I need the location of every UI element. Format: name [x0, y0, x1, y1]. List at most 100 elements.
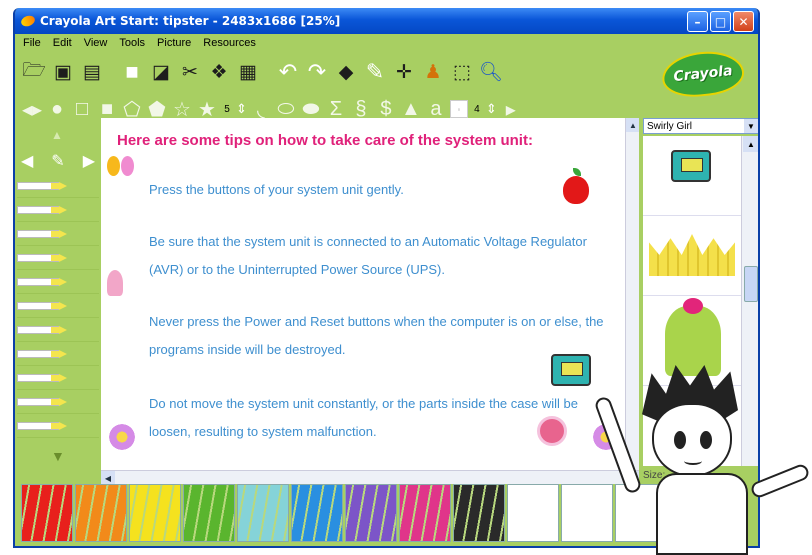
crayon-item[interactable] — [17, 390, 99, 414]
brush-next-icon[interactable]: ▶ — [83, 151, 95, 171]
pencil-icon[interactable]: ✎ — [362, 58, 388, 86]
menu-view[interactable]: View — [84, 37, 108, 49]
crayon-item[interactable] — [17, 366, 99, 390]
tip-line: (AVR) or to the Uninterrupted Power Sour… — [149, 262, 445, 277]
stamp-icon[interactable]: ❖ — [206, 58, 232, 86]
crayon-item[interactable] — [17, 318, 99, 342]
eraser-icon[interactable]: ◆ — [333, 58, 359, 86]
mascot-arm — [749, 462, 811, 500]
crown-sticker-thumb — [649, 234, 735, 276]
crayola-logo: Crayola — [659, 47, 747, 101]
brush-prev-icon[interactable]: ◀ — [21, 151, 33, 171]
chevron-down-icon[interactable]: ▼ — [744, 119, 758, 133]
flip-icon[interactable]: ◪ — [148, 58, 174, 86]
rail-scroll-up-icon[interactable]: ▲ — [51, 128, 63, 142]
color-swatch[interactable] — [291, 484, 343, 542]
brush-pencil-icon[interactable]: ✎ — [51, 151, 64, 171]
open-folder-icon[interactable]: 🗁 — [21, 58, 47, 86]
text-size-spinner[interactable]: ⇕ — [486, 101, 497, 117]
window-controls: – □ ✕ — [687, 11, 754, 32]
new-page-icon[interactable]: ■ — [119, 58, 145, 86]
redo-icon[interactable]: ↷ — [304, 58, 330, 86]
mascot-character — [593, 355, 812, 555]
title-bar[interactable]: Crayola Art Start: tipster - 2483x1686 [… — [15, 8, 758, 34]
canvas-horizontal-scrollbar[interactable]: ◀ ▶ — [101, 470, 639, 485]
fairy-sticker — [107, 270, 123, 296]
menu-edit[interactable]: Edit — [53, 37, 72, 49]
crayon-item[interactable] — [17, 246, 99, 270]
color-swatch[interactable] — [399, 484, 451, 542]
stamper-icon[interactable]: ♟ — [420, 58, 446, 86]
crayon-list — [17, 174, 99, 438]
scroll-thumb[interactable] — [744, 266, 758, 302]
tip-line: programs inside will be destroyed. — [149, 342, 346, 357]
mascot-arm — [593, 395, 643, 495]
close-button[interactable]: ✕ — [733, 11, 754, 32]
shape-size-spinner[interactable]: ⇕ — [236, 101, 247, 117]
color-swatch[interactable] — [453, 484, 505, 542]
mascot-mouth — [684, 457, 702, 465]
mascot-body — [656, 473, 748, 555]
canvas-heading: Here are some tips on how to take care o… — [117, 132, 533, 149]
sticker-category-select[interactable]: Swirly Girl ▼ — [643, 118, 758, 134]
tip-line: Do not move the system unit constantly, … — [149, 396, 578, 411]
tip-line: Never press the Power and Reset buttons … — [149, 314, 604, 329]
logo-text: Crayola — [672, 62, 734, 86]
undo-icon[interactable]: ↶ — [275, 58, 301, 86]
crayon-item[interactable] — [17, 222, 99, 246]
menu-file[interactable]: File — [23, 37, 41, 49]
color-swatch[interactable] — [183, 484, 235, 542]
circle-filled-icon[interactable]: ● — [46, 96, 68, 122]
color-swatch[interactable] — [345, 484, 397, 542]
sticker-category-value: Swirly Girl — [647, 120, 692, 132]
crayon-item[interactable] — [17, 198, 99, 222]
minimize-button[interactable]: – — [687, 11, 708, 32]
text-size-value: 4 — [474, 103, 480, 115]
clock-sticker — [537, 416, 567, 446]
color-swatch[interactable] — [129, 484, 181, 542]
crayon-item[interactable] — [17, 270, 99, 294]
crayon-rail: ▲ ◀ ✎ ▶ ▼ — [15, 126, 101, 464]
crayon-item[interactable] — [17, 294, 99, 318]
crayon-item[interactable] — [17, 342, 99, 366]
apple-sticker — [563, 168, 589, 204]
selection-icon[interactable]: ⬚ — [449, 58, 475, 86]
maximize-button[interactable]: □ — [710, 11, 731, 32]
butterfly-sticker — [107, 156, 135, 180]
menu-bar: File Edit View Tools Picture Resources — [15, 34, 758, 52]
computer-sticker-thumb — [671, 150, 711, 182]
menu-tools[interactable]: Tools — [119, 37, 145, 49]
move-icon[interactable]: ✛ — [391, 58, 417, 86]
drawing-canvas[interactable]: Here are some tips on how to take care o… — [101, 118, 625, 470]
color-swatch[interactable] — [75, 484, 127, 542]
crayon-item[interactable] — [17, 414, 99, 438]
main-toolbar: 🗁 ▣ ▤ ■ ◪ ✂ ❖ ▦ ↶ ↷ ◆ ✎ ✛ ♟ ⬚ 🔍︎ — [21, 54, 504, 90]
scroll-left-icon[interactable]: ◀ — [101, 471, 115, 485]
save-icon[interactable]: ▣ — [50, 58, 76, 86]
image-icon[interactable]: ▦ — [235, 58, 261, 86]
window-title: Crayola Art Start: tipster - 2483x1686 [… — [40, 14, 341, 28]
flower-sticker — [107, 422, 137, 452]
menu-picture[interactable]: Picture — [157, 37, 191, 49]
sticker-item[interactable] — [643, 136, 741, 216]
brush-nav: ◀ ✎ ▶ — [21, 146, 95, 176]
computer-sticker — [551, 354, 591, 386]
rail-scroll-down-icon[interactable]: ▼ — [51, 448, 65, 464]
sticker-item[interactable] — [643, 216, 741, 296]
print-icon[interactable]: ▤ — [79, 58, 105, 86]
tip-line: loosen, resulting to system malfunction. — [149, 424, 377, 439]
scroll-up-icon[interactable]: ▲ — [743, 136, 758, 152]
crayola-app-icon — [19, 13, 37, 29]
crayon-item[interactable] — [17, 174, 99, 198]
color-swatch[interactable] — [507, 484, 559, 542]
scissors-icon[interactable]: ✂ — [177, 58, 203, 86]
color-swatch[interactable] — [237, 484, 289, 542]
mascot-eye — [700, 431, 712, 449]
scroll-up-icon[interactable]: ▲ — [626, 118, 640, 132]
tip-line: Press the buttons of your system unit ge… — [149, 182, 404, 197]
magnifier-icon[interactable]: 🔍︎ — [478, 58, 504, 86]
line-tool-icon[interactable]: ◂▸ — [21, 96, 43, 122]
color-swatch[interactable] — [21, 484, 73, 542]
menu-resources[interactable]: Resources — [203, 37, 256, 49]
square-outline-icon[interactable]: □ — [71, 96, 93, 122]
